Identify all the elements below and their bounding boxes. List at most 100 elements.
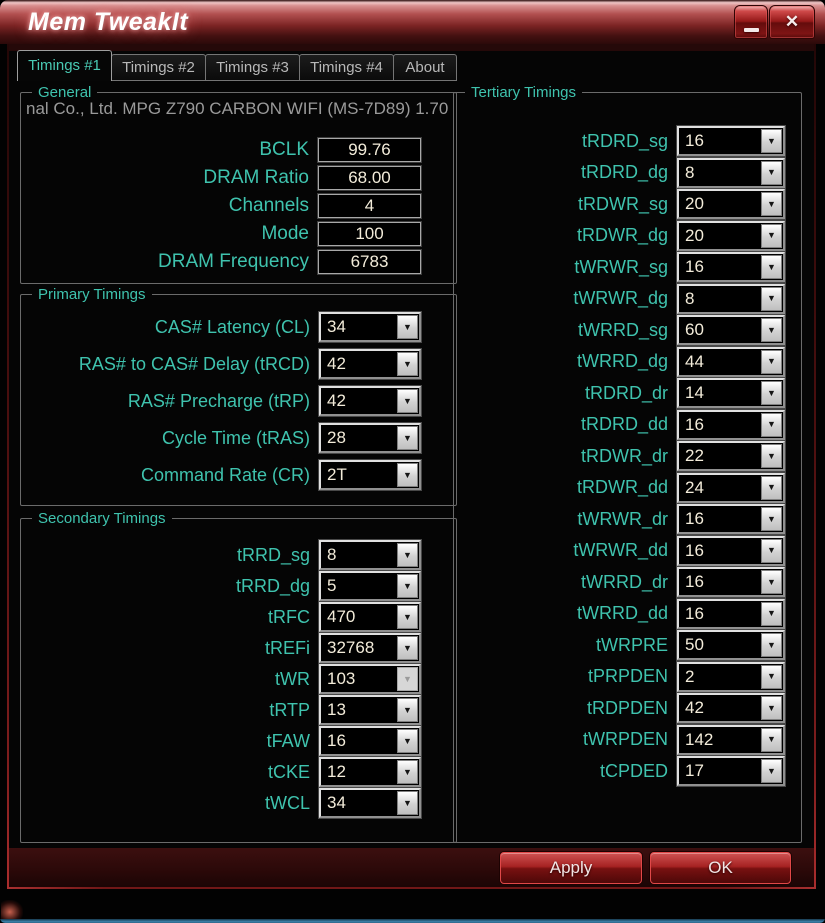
timing-row: CAS# Latency (CL) 34 ▼ xyxy=(21,312,456,342)
dropdown-arrow-button[interactable]: ▼ xyxy=(397,729,418,753)
timing-dropdown[interactable]: 32768 ▼ xyxy=(319,633,421,663)
dropdown-arrow-button[interactable]: ▼ xyxy=(761,318,782,342)
dropdown-arrow-button[interactable]: ▼ xyxy=(761,381,782,405)
timing-dropdown[interactable]: 34 ▼ xyxy=(319,312,421,342)
timing-dropdown[interactable]: 8 ▼ xyxy=(677,157,785,188)
timing-dropdown[interactable]: 24 ▼ xyxy=(677,472,785,503)
timing-dropdown[interactable]: 12 ▼ xyxy=(319,757,421,787)
timing-dropdown[interactable]: 60 ▼ xyxy=(677,315,785,345)
timing-dropdown[interactable]: 16 ▼ xyxy=(677,504,785,534)
dropdown-arrow-button[interactable]: ▼ xyxy=(397,543,418,567)
timing-label: tWRRD_sg xyxy=(577,319,668,340)
timing-dropdown[interactable]: 22 ▼ xyxy=(677,441,785,471)
dropdown-arrow-button[interactable]: ▼ xyxy=(397,791,418,815)
dropdown-arrow-button[interactable]: ▼ xyxy=(761,601,782,626)
dropdown-arrow-button[interactable]: ▼ xyxy=(397,760,418,784)
timing-dropdown[interactable]: 42 ▼ xyxy=(319,386,421,416)
timing-dropdown[interactable]: 34 ▼ xyxy=(319,788,421,818)
timing-dropdown[interactable]: 14 ▼ xyxy=(677,378,785,408)
dropdown-arrow-button[interactable]: ▼ xyxy=(397,605,418,629)
dropdown-arrow-button[interactable]: ▼ xyxy=(761,696,782,720)
timing-dropdown[interactable]: 16 ▼ xyxy=(677,409,785,440)
dropdown-arrow-button[interactable]: ▼ xyxy=(761,129,782,153)
dropdown-arrow-button[interactable]: ▼ xyxy=(397,698,418,722)
timing-dropdown[interactable]: 16 ▼ xyxy=(677,598,785,629)
dropdown-arrow-button[interactable]: ▼ xyxy=(761,633,782,657)
timing-label: tWR xyxy=(275,668,310,689)
dropdown-arrow-button[interactable]: ▼ xyxy=(761,160,782,185)
timing-row: tRDRD_dd 16 ▼ xyxy=(454,409,801,440)
timing-dropdown[interactable]: 13 ▼ xyxy=(319,695,421,725)
tertiary-rows: tRDRD_sg 16 ▼ tRDRD_dg 8 ▼ tRDWR_sg 20 ▼… xyxy=(454,93,801,786)
timing-dropdown[interactable]: 16 ▼ xyxy=(677,126,785,156)
timing-dropdown[interactable]: 8 ▼ xyxy=(677,283,785,314)
titlebar[interactable]: Mem TweakIt ✕ xyxy=(0,0,825,44)
dropdown-arrow-button[interactable]: ▼ xyxy=(761,255,782,279)
dropdown-arrow-button[interactable]: ▼ xyxy=(397,315,418,339)
timing-dropdown[interactable]: 44 ▼ xyxy=(677,346,785,377)
timing-label: tRDWR_dr xyxy=(580,445,668,466)
timing-dropdown[interactable]: 16 ▼ xyxy=(677,535,785,566)
dropdown-arrow-button[interactable]: ▼ xyxy=(761,444,782,468)
timing-label: tWRRD_dd xyxy=(576,603,668,623)
timing-row: tRDWR_dr 22 ▼ xyxy=(454,441,801,471)
dropdown-arrow-button[interactable]: ▼ xyxy=(761,475,782,500)
dropdown-arrow-button[interactable]: ▼ xyxy=(397,426,418,450)
timing-dropdown[interactable]: 42 ▼ xyxy=(677,693,785,723)
timing-dropdown[interactable]: 16 ▼ xyxy=(677,567,785,597)
timing-dropdown[interactable]: 16 ▼ xyxy=(319,726,421,756)
tab[interactable]: Timings #4 xyxy=(299,54,394,81)
dropdown-arrow-button[interactable]: ▼ xyxy=(761,664,782,689)
dropdown-arrow-button[interactable]: ▼ xyxy=(397,574,418,598)
dropdown-arrow-button[interactable]: ▼ xyxy=(761,759,782,783)
timing-dropdown[interactable]: 2T ▼ xyxy=(319,460,421,490)
timing-dropdown[interactable]: 16 ▼ xyxy=(677,252,785,282)
minimize-button[interactable] xyxy=(734,5,768,39)
dropdown-arrow-button[interactable]: ▼ xyxy=(761,570,782,594)
close-button[interactable]: ✕ xyxy=(769,5,815,39)
timing-label: tRDRD_dg xyxy=(580,162,668,182)
tab[interactable]: Timings #2 xyxy=(111,54,206,81)
timing-dropdown[interactable]: 142 ▼ xyxy=(677,724,785,755)
dropdown-arrow-button[interactable]: ▼ xyxy=(761,192,782,216)
timing-dropdown[interactable]: 28 ▼ xyxy=(319,423,421,453)
dropdown-arrow-button[interactable]: ▼ xyxy=(397,636,418,660)
timing-dropdown[interactable]: 5 ▼ xyxy=(319,571,421,601)
dropdown-arrow-button[interactable]: ▼ xyxy=(397,667,418,691)
chevron-down-icon: ▼ xyxy=(767,230,776,240)
timing-dropdown[interactable]: 8 ▼ xyxy=(319,540,421,570)
chevron-down-icon: ▼ xyxy=(767,671,776,681)
dropdown-arrow-button[interactable]: ▼ xyxy=(761,286,782,311)
ok-button[interactable]: OK xyxy=(650,852,791,884)
timing-dropdown[interactable]: 20 ▼ xyxy=(677,220,785,251)
apply-button[interactable]: Apply xyxy=(500,852,642,884)
dropdown-arrow-button[interactable]: ▼ xyxy=(397,389,418,413)
dropdown-arrow-button[interactable]: ▼ xyxy=(761,223,782,248)
timing-dropdown[interactable]: 2 ▼ xyxy=(677,661,785,692)
chevron-down-icon: ▼ xyxy=(403,395,412,406)
field-label: DRAM Frequency xyxy=(158,251,309,272)
dropdown-arrow-button[interactable]: ▼ xyxy=(761,727,782,752)
timing-dropdown[interactable]: 103 ▼ xyxy=(319,664,421,694)
tab[interactable]: Timings #1 xyxy=(17,50,112,81)
tab[interactable]: Timings #3 xyxy=(205,54,300,81)
dropdown-arrow-button[interactable]: ▼ xyxy=(397,463,418,487)
chevron-down-icon: ▼ xyxy=(403,766,412,777)
chevron-down-icon: ▼ xyxy=(403,735,412,746)
dropdown-arrow-button[interactable]: ▼ xyxy=(761,412,782,437)
timing-dropdown[interactable]: 17 ▼ xyxy=(677,756,785,786)
bottom-edge-highlight xyxy=(0,919,825,923)
timing-dropdown[interactable]: 20 ▼ xyxy=(677,189,785,219)
dropdown-arrow-button[interactable]: ▼ xyxy=(761,507,782,531)
timing-dropdown[interactable]: 42 ▼ xyxy=(319,349,421,379)
window-frame-accent-right xyxy=(814,44,816,888)
dropdown-value: 20 xyxy=(685,194,704,213)
tab[interactable]: About xyxy=(393,54,457,81)
dropdown-arrow-button[interactable]: ▼ xyxy=(761,538,782,563)
timing-dropdown[interactable]: 470 ▼ xyxy=(319,602,421,632)
dropdown-arrow-button[interactable]: ▼ xyxy=(397,352,418,376)
timing-label: tRDRD_dd xyxy=(580,414,668,434)
dropdown-arrow-button[interactable]: ▼ xyxy=(761,349,782,374)
timing-dropdown[interactable]: 50 ▼ xyxy=(677,630,785,660)
chevron-down-icon: ▼ xyxy=(767,576,776,587)
